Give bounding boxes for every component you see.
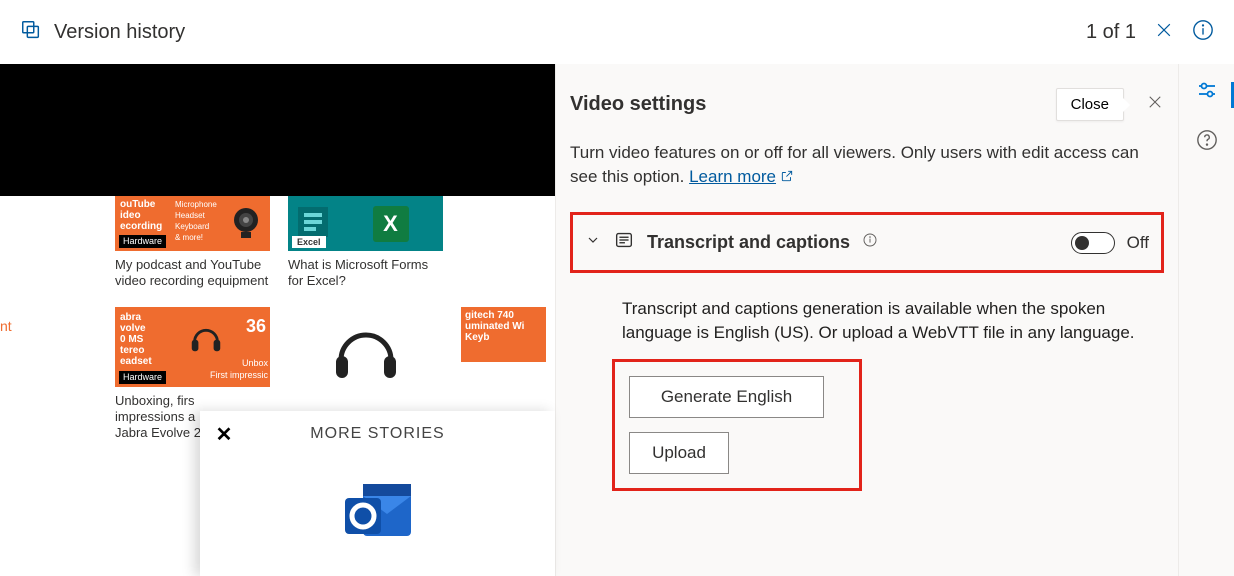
panel-description: Turn video features on or off for all vi… [570,141,1164,190]
video-thumbnails-area: ouTube ideo ecording Microphone Headset … [0,196,555,441]
toggle-group: Off [1071,232,1149,254]
transcript-section-highlight: Transcript and captions Off [570,212,1164,273]
outlook-icon [333,474,423,559]
upload-button[interactable]: Upload [629,432,729,474]
external-link-icon [780,166,794,190]
hardware-tag: Hardware [119,235,166,248]
video-settings-panel: Video settings Close Turn video features… [555,64,1178,576]
learn-more-link[interactable]: Learn more [689,167,776,186]
thumb-number: 36 [246,321,266,332]
close-panel-group: Close [1056,88,1164,121]
more-stories-title: MORE STORIES [248,425,555,443]
generate-english-button[interactable]: Generate English [629,376,824,418]
video-caption: What is Microsoft Forms for Excel? [288,257,443,289]
webcam-icon [226,202,266,242]
close-panel-tooltip: Close [1056,88,1124,121]
panel-title: Video settings [570,93,706,116]
transcript-sub-description: Transcript and captions generation is av… [570,283,1164,359]
video-black-band [0,64,555,196]
thumb-text: gitech 740 uminated Wi Keyb [465,310,524,343]
transcript-section-row: Transcript and captions Off [583,223,1151,262]
page-count: 1 of 1 [1086,21,1136,44]
transcript-section-title: Transcript and captions [647,232,850,253]
close-panel-button[interactable] [1146,93,1164,116]
close-topbar-button[interactable] [1154,20,1174,45]
settings-sliders-icon[interactable] [1195,78,1219,107]
panel--desc-text: Turn video features on or off for all vi… [570,143,1139,186]
topbar-right: 1 of 1 [1086,19,1214,46]
topbar-title: Version history [54,21,185,44]
main-area: nt ouTube ideo ecording Microphone Heads… [0,64,1234,576]
more-stories-content[interactable] [200,457,555,576]
video-thumbnail: gitech 740 uminated Wi Keyb [461,307,546,362]
thumb-text-right: Microphone Headset Keyboard & more! [175,199,217,243]
video-card[interactable]: ouTube ideo ecording Microphone Headset … [115,196,270,289]
info-icon[interactable] [1192,19,1214,46]
toggle-state-label: Off [1127,233,1149,253]
video-thumbnail: X Excel [288,196,443,251]
video-card[interactable]: X Excel What is Microsoft Forms for Exce… [288,196,443,289]
right-rail [1178,64,1234,576]
thumb-unbox-label: Unbox [242,358,268,369]
thumb-first-label: First impressic [210,370,268,381]
more-stories-overlay: ✕ MORE STORIES [200,411,555,576]
transcript-actions-highlight: Generate English Upload [612,359,862,491]
panel-header: Video settings Close [570,88,1164,121]
section-info-icon[interactable] [862,232,878,253]
more-stories-header: ✕ MORE STORIES [200,411,555,457]
video-thumbnail [288,307,443,387]
help-icon[interactable] [1196,129,1218,156]
toggle-knob [1075,236,1089,250]
transcript-icon [613,229,635,256]
topbar-left: Version history [20,19,185,46]
topbar: Version history 1 of 1 [0,0,1234,64]
excel-badge: Excel [292,236,326,248]
video-thumbnail: ouTube ideo ecording Microphone Headset … [115,196,270,251]
headphones-mini-icon [187,317,225,358]
close-more-stories-button[interactable]: ✕ [200,422,248,447]
video-caption: My podcast and YouTube video recording e… [115,257,270,289]
transcript-toggle[interactable] [1071,232,1115,254]
excel-x-icon: X [373,206,409,242]
hardware-tag: Hardware [119,371,166,384]
version-history-icon [20,19,42,46]
video-preview-pane: nt ouTube ideo ecording Microphone Heads… [0,64,555,576]
video-thumbnail: abra volve 0 MS tereo eadset 36 Unbox Fi… [115,307,270,387]
chevron-down-icon[interactable] [585,232,601,253]
